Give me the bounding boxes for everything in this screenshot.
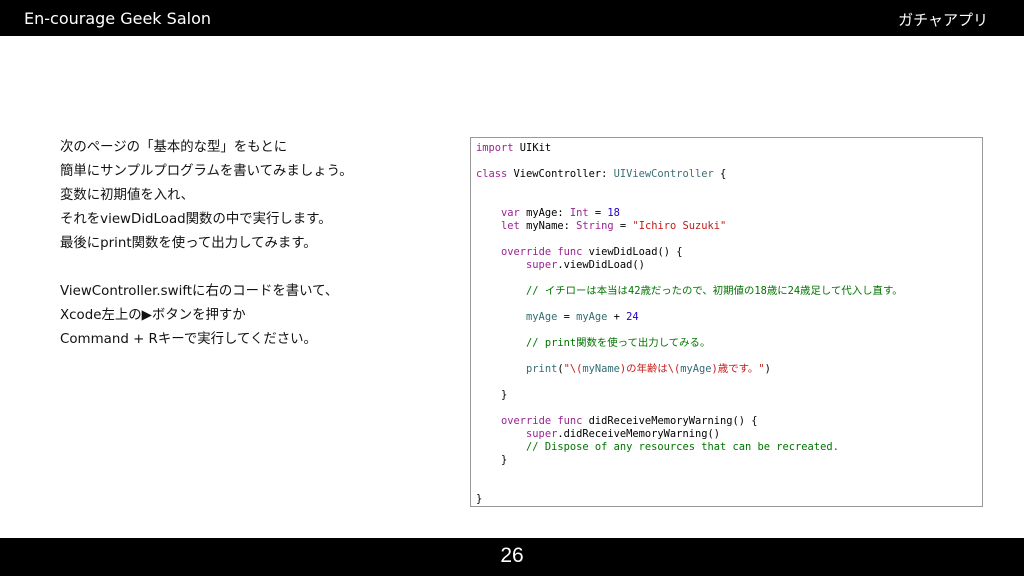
brand-title: En-courage Geek Salon (24, 9, 211, 28)
string-literal: )の年齢は\( (619, 363, 681, 375)
keyword: super (526, 428, 558, 440)
string-literal: "Ichiro Suzuki" (632, 220, 727, 232)
keyword: func (557, 415, 583, 427)
string-literal: )歳です。" (711, 363, 765, 375)
number-literal: 24 (626, 311, 639, 323)
code-line: let myName: String = "Ichiro Suzuki" (501, 220, 727, 232)
bottom-bar: 26 (0, 538, 1024, 576)
keyword: override (501, 415, 552, 427)
code-line: super.didReceiveMemoryWarning() (526, 428, 720, 440)
code-line: class ViewController: UIViewController { (476, 168, 727, 180)
top-bar: En-courage Geek Salon ガチャアプリ (0, 0, 1024, 36)
identifier: myAge (680, 363, 712, 375)
keyword: func (557, 246, 583, 258)
code-line: super.viewDidLoad() (526, 259, 645, 271)
code-line: print("\(myName)の年齢は\(myAge)歳です。") (526, 363, 771, 375)
code-line: myAge = myAge + 24 (526, 311, 639, 323)
code-line: override func viewDidLoad() { (501, 246, 683, 258)
code-line: import UIKit (476, 142, 552, 154)
keyword: super (526, 259, 558, 271)
keyword: let (501, 220, 520, 232)
code-line: override func didReceiveMemoryWarning() … (501, 415, 758, 427)
identifier: myName (582, 363, 620, 375)
instruction-line: 変数に初期値を入れ、 (60, 188, 195, 203)
code-comment: // イチローは本当は42歳だったので、初期値の18歳に24歳足して代入し直す。 (526, 285, 903, 297)
code-line: var myAge: Int = 18 (501, 207, 620, 219)
keyword: import (476, 142, 514, 154)
type-name: Int (569, 207, 589, 219)
instruction-line: 次のページの「基本的な型」をもとに (60, 140, 288, 155)
code-line: // print関数を使って出力してみる。 (476, 337, 982, 350)
instruction-line: 簡単にサンプルプログラムを書いてみましょう。 (60, 164, 353, 179)
identifier: myAge (526, 311, 558, 323)
instructions-text: 次のページの「基本的な型」をもとに 簡単にサンプルプログラムを書いてみましょう。… (60, 136, 460, 352)
instruction-line: ViewController.swiftに右のコードを書いて、 (60, 284, 339, 299)
type-name: UIViewController (613, 168, 714, 180)
series-title: ガチャアプリ (898, 11, 988, 29)
code-line: // イチローは本当は42歳だったので、初期値の18歳に24歳足して代入し直す。 (476, 285, 982, 298)
number-literal: 18 (607, 207, 620, 219)
identifier: myAge (576, 311, 608, 323)
instruction-line: Xcode左上の▶ボタンを押すか (60, 308, 246, 323)
code-comment: // print関数を使って出力してみる。 (526, 337, 711, 349)
keyword: var (501, 207, 520, 219)
instruction-line: それをviewDidLoad関数の中で実行します。 (60, 212, 332, 227)
string-literal: "\( (563, 363, 583, 375)
code-line: } (501, 389, 508, 401)
page-number: 26 (500, 544, 524, 567)
code-line: // Dispose of any resources that can be … (476, 441, 982, 454)
code-line: } (501, 454, 508, 466)
code-comment: // Dispose of any resources that can be … (526, 441, 839, 453)
code-panel: import UIKit class ViewController: UIVie… (470, 137, 983, 507)
keyword: override (501, 246, 552, 258)
type-name: String (576, 220, 614, 232)
code-line: } (476, 493, 483, 505)
keyword: class (476, 168, 508, 180)
instruction-line: 最後にprint関数を使って出力してみます。 (60, 236, 317, 251)
instruction-line: Command + Rキーで実行してください。 (60, 332, 317, 347)
identifier: print (526, 363, 558, 375)
